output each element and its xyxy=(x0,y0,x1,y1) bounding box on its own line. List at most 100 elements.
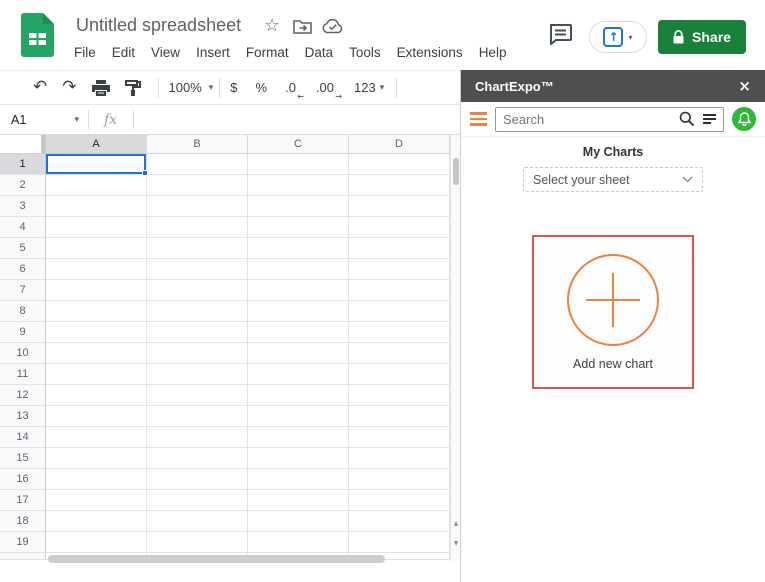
row-header-3[interactable]: 3 xyxy=(0,196,46,217)
cell-B7[interactable] xyxy=(147,280,248,301)
cell-D9[interactable] xyxy=(349,322,450,343)
fill-handle[interactable] xyxy=(142,170,148,176)
scroll-up-icon[interactable]: ▲ xyxy=(451,520,460,527)
cell-B10[interactable] xyxy=(147,343,248,364)
cell-C5[interactable] xyxy=(248,238,349,259)
cell-B17[interactable] xyxy=(147,490,248,511)
cell-B19[interactable] xyxy=(147,532,248,553)
cell-A11[interactable] xyxy=(46,364,147,385)
row-header-11[interactable]: 11 xyxy=(0,364,46,385)
cell-A10[interactable] xyxy=(46,343,147,364)
menu-data[interactable]: Data xyxy=(297,43,342,63)
paint-format-button[interactable] xyxy=(124,79,141,96)
cell-C15[interactable] xyxy=(248,448,349,469)
row-header-5[interactable]: 5 xyxy=(0,238,46,259)
menu-extensions[interactable]: Extensions xyxy=(389,43,471,63)
cell-D17[interactable] xyxy=(349,490,450,511)
close-icon[interactable]: × xyxy=(738,78,751,94)
vertical-scrollbar[interactable]: ▲ ▼ xyxy=(450,135,460,561)
cell-C19[interactable] xyxy=(248,532,349,553)
row-header-7[interactable]: 7 xyxy=(0,280,46,301)
cloud-saved-icon[interactable] xyxy=(322,18,343,39)
cell-C16[interactable] xyxy=(248,469,349,490)
cell-A15[interactable] xyxy=(46,448,147,469)
cell-D8[interactable] xyxy=(349,301,450,322)
cell-A3[interactable] xyxy=(46,196,147,217)
undo-button[interactable]: ↶ xyxy=(33,79,47,96)
cell-B8[interactable] xyxy=(147,301,248,322)
cell-C14[interactable] xyxy=(248,427,349,448)
cell-B6[interactable] xyxy=(147,259,248,280)
row-header-partial[interactable] xyxy=(0,553,46,560)
cell-B18[interactable] xyxy=(147,511,248,532)
cell-A1[interactable] xyxy=(46,154,148,176)
cell-A18[interactable] xyxy=(46,511,147,532)
cell-C1[interactable] xyxy=(248,154,349,175)
cell-D18[interactable] xyxy=(349,511,450,532)
cell-A9[interactable] xyxy=(46,322,147,343)
menu-help[interactable]: Help xyxy=(471,43,515,63)
cell-C12[interactable] xyxy=(248,385,349,406)
menu-view[interactable]: View xyxy=(143,43,188,63)
cell-B3[interactable] xyxy=(147,196,248,217)
column-header-A[interactable]: A xyxy=(46,135,147,154)
cell-A6[interactable] xyxy=(46,259,147,280)
number-format-button[interactable]: 123 ▾ xyxy=(354,80,384,95)
cell-A13[interactable] xyxy=(46,406,147,427)
row-header-10[interactable]: 10 xyxy=(0,343,46,364)
cell-C2[interactable] xyxy=(248,175,349,196)
cell-B1[interactable] xyxy=(147,154,248,175)
document-title[interactable]: Untitled spreadsheet xyxy=(76,15,241,36)
vertical-scrollbar-thumb[interactable] xyxy=(453,158,459,185)
cell-A5[interactable] xyxy=(46,238,147,259)
cell-A16[interactable] xyxy=(46,469,147,490)
row-header-14[interactable]: 14 xyxy=(0,427,46,448)
search-icon[interactable] xyxy=(679,111,695,127)
format-currency-button[interactable]: $ xyxy=(230,80,237,95)
cell-B16[interactable] xyxy=(147,469,248,490)
cell-A8[interactable] xyxy=(46,301,147,322)
cell-D1[interactable] xyxy=(349,154,450,175)
cell-D16[interactable] xyxy=(349,469,450,490)
cell-D6[interactable] xyxy=(349,259,450,280)
cell-D19[interactable] xyxy=(349,532,450,553)
filter-icon[interactable] xyxy=(703,114,716,124)
cell-D5[interactable] xyxy=(349,238,450,259)
horizontal-scrollbar-thumb[interactable] xyxy=(48,555,385,563)
cell-D7[interactable] xyxy=(349,280,450,301)
row-header-17[interactable]: 17 xyxy=(0,490,46,511)
cell-D10[interactable] xyxy=(349,343,450,364)
formula-input[interactable] xyxy=(134,105,460,134)
sheet-selector-dropdown[interactable]: Select your sheet xyxy=(523,167,703,192)
cell-A4[interactable] xyxy=(46,217,147,238)
row-header-12[interactable]: 12 xyxy=(0,385,46,406)
cell-A7[interactable] xyxy=(46,280,147,301)
hamburger-menu-icon[interactable] xyxy=(470,112,487,126)
zoom-selector[interactable]: 100% ▾ xyxy=(169,80,214,95)
cell-C17[interactable] xyxy=(248,490,349,511)
cell-B11[interactable] xyxy=(147,364,248,385)
present-button[interactable]: ↑ ▾ xyxy=(589,21,647,53)
cell-B9[interactable] xyxy=(147,322,248,343)
cell-A17[interactable] xyxy=(46,490,147,511)
cell-C9[interactable] xyxy=(248,322,349,343)
cell-C4[interactable] xyxy=(248,217,349,238)
cell-D14[interactable] xyxy=(349,427,450,448)
column-header-D[interactable]: D xyxy=(349,135,450,154)
cell-A14[interactable] xyxy=(46,427,147,448)
row-header-16[interactable]: 16 xyxy=(0,469,46,490)
column-header-C[interactable]: C xyxy=(248,135,349,154)
redo-button[interactable]: ↷ xyxy=(62,79,76,96)
sheets-logo-icon[interactable] xyxy=(21,13,54,62)
cell-B14[interactable] xyxy=(147,427,248,448)
cell-D2[interactable] xyxy=(349,175,450,196)
notification-bell-icon[interactable] xyxy=(732,107,756,131)
star-icon[interactable]: ☆ xyxy=(264,15,280,36)
cell-D3[interactable] xyxy=(349,196,450,217)
cell-C18[interactable] xyxy=(248,511,349,532)
add-new-chart-card[interactable]: Add new chart xyxy=(532,235,694,389)
cell-B12[interactable] xyxy=(147,385,248,406)
move-folder-icon[interactable] xyxy=(293,19,312,39)
cell-D11[interactable] xyxy=(349,364,450,385)
cell-C11[interactable] xyxy=(248,364,349,385)
